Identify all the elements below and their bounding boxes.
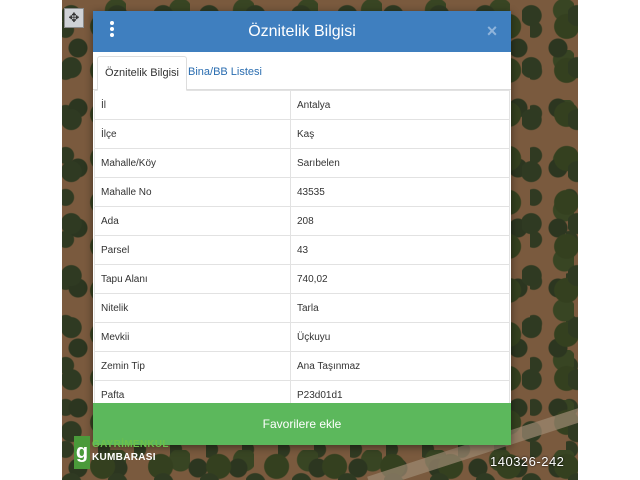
logo-mark: g — [74, 436, 90, 469]
attribute-key: Nitelik — [94, 293, 291, 323]
table-row: Ada 208 — [94, 206, 510, 236]
attribute-value: 43 — [290, 235, 510, 265]
attribute-value: Üçkuyu — [290, 322, 510, 352]
table-row: İl Antalya — [94, 90, 510, 120]
attribute-key: Ada — [94, 206, 291, 236]
table-row: İlçe Kaş — [94, 119, 510, 149]
table-row: Mahalle No 43535 — [94, 177, 510, 207]
tab-building-list[interactable]: Bina/BB Listesi — [181, 56, 269, 89]
close-icon[interactable]: × — [483, 21, 501, 41]
table-row: Zemin Tip Ana Taşınmaz — [94, 351, 510, 381]
attribute-value: 208 — [290, 206, 510, 236]
logo-line-1: GAYRİMENKUL — [92, 439, 169, 450]
table-row: Nitelik Tarla — [94, 293, 510, 323]
logo-line-2: KUMBARASI — [92, 452, 156, 463]
table-row: Tapu Alanı 740,02 — [94, 264, 510, 294]
attribute-key: Tapu Alanı — [94, 264, 291, 294]
dialog-header: Öznitelik Bilgisi × — [93, 11, 511, 52]
dialog-title: Öznitelik Bilgisi — [248, 23, 356, 40]
table-row: Parsel 43 — [94, 235, 510, 265]
attribute-value: Antalya — [290, 90, 510, 120]
attribute-key: İlçe — [94, 119, 291, 149]
tab-bar: Öznitelik Bilgisi Bina/BB Listesi — [93, 52, 511, 91]
attribute-dialog: Öznitelik Bilgisi × Öznitelik Bilgisi Bi… — [93, 11, 511, 445]
attribute-key: Mevkii — [94, 322, 291, 352]
attribute-value: Kaş — [290, 119, 510, 149]
attribute-value: Tarla — [290, 293, 510, 323]
table-row: Mevkii Üçkuyu — [94, 322, 510, 352]
attribute-value: Ana Taşınmaz — [290, 351, 510, 381]
move-icon[interactable]: ✥ — [64, 8, 84, 28]
watermark-logo: g GAYRİMENKUL KUMBARASI — [74, 436, 173, 469]
listing-id: 140326-242 — [490, 454, 565, 469]
attribute-value: 43535 — [290, 177, 510, 207]
attribute-table: İl Antalya İlçe Kaş Mahalle/Köy Sarıbelen Maha… — [94, 90, 510, 410]
attribute-key: Mahalle/Köy — [94, 148, 291, 178]
tab-attribute-info[interactable]: Öznitelik Bilgisi — [97, 56, 187, 91]
attribute-key: İl — [94, 90, 291, 120]
attribute-key: Parsel — [94, 235, 291, 265]
attribute-key: Mahalle No — [94, 177, 291, 207]
attribute-key: Zemin Tip — [94, 351, 291, 381]
attribute-value: 740,02 — [290, 264, 510, 294]
attribute-value: Sarıbelen — [290, 148, 510, 178]
table-row: Mahalle/Köy Sarıbelen — [94, 148, 510, 178]
